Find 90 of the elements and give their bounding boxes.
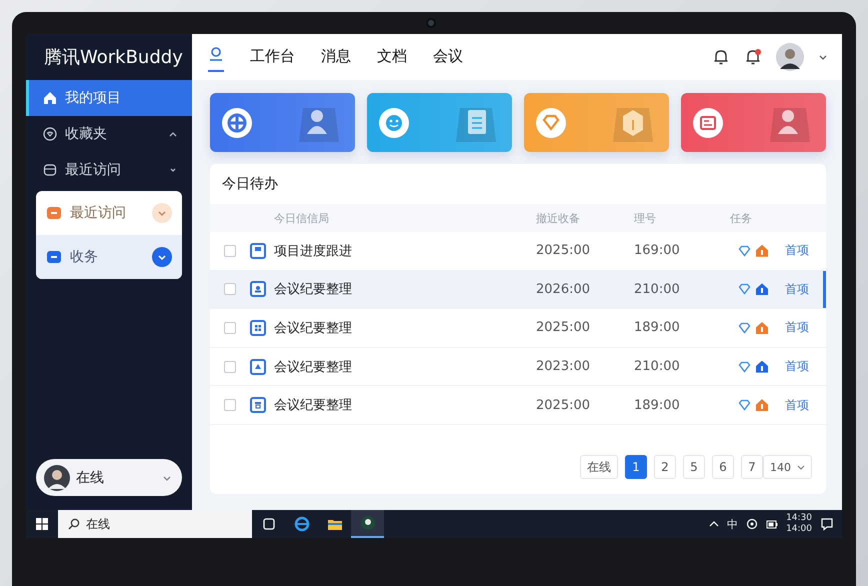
column-header: 任务: [730, 210, 752, 226]
shortcut-card[interactable]: [367, 93, 512, 152]
chevron-down-icon: [152, 203, 172, 223]
camera-icon: [426, 18, 436, 28]
table-row[interactable]: 会议纪要整理 2026:00 210:00 首项: [210, 270, 826, 310]
battery-icon[interactable]: [766, 518, 778, 530]
network-icon[interactable]: [746, 518, 758, 530]
nav-tab[interactable]: 会议: [433, 42, 463, 72]
clock-time: 14:00: [786, 524, 812, 535]
table-cell: 2025:00: [536, 243, 590, 258]
table-cell: 189:00: [634, 398, 680, 413]
app-icon[interactable]: [360, 515, 376, 531]
page-size-select[interactable]: 140: [763, 455, 812, 479]
action-link[interactable]: 首项: [785, 280, 809, 298]
action-link[interactable]: 首项: [785, 319, 809, 336]
gem-icon: [536, 108, 566, 138]
dropdown-item[interactable]: 最近访问: [36, 191, 182, 235]
taskbar-search[interactable]: 在线: [58, 510, 252, 538]
document-icon: [250, 242, 266, 259]
page-button[interactable]: 1: [625, 455, 647, 479]
document-icon: [250, 320, 266, 336]
page-button[interactable]: 6: [712, 455, 734, 479]
chevron-down-icon: [797, 463, 805, 471]
windows-icon[interactable]: [36, 518, 48, 530]
note-icon: [693, 108, 723, 138]
action-link[interactable]: 首项: [785, 396, 809, 414]
document-icon: [250, 281, 266, 298]
nav-tab[interactable]: 工作台: [250, 42, 295, 72]
table-cell: 2025:00: [536, 398, 590, 413]
home-icon: [43, 91, 57, 105]
checkbox[interactable]: [224, 322, 236, 334]
task-name: 会议纪要整理: [274, 397, 352, 414]
gem-icon: [738, 244, 751, 257]
table-cell: 2025:00: [536, 320, 590, 336]
browser-icon[interactable]: [294, 516, 310, 532]
task-name: 会议纪要整理: [274, 320, 352, 337]
input-method-indicator[interactable]: 中: [727, 516, 738, 532]
smiley-icon: [379, 108, 409, 138]
checkbox[interactable]: [224, 244, 236, 257]
table-cell: 189:00: [634, 320, 680, 336]
gem-icon: [738, 283, 751, 296]
bell-icon[interactable]: [712, 48, 730, 66]
gem-icon: [738, 322, 751, 334]
box-icon: [43, 163, 57, 177]
bell-icon[interactable]: [744, 48, 762, 66]
gem-icon: [738, 360, 751, 373]
task-view-icon[interactable]: [260, 516, 276, 532]
gem-icon: [738, 399, 751, 412]
document-icon: [250, 358, 266, 375]
task-name: 会议纪要整理: [274, 281, 352, 298]
person-icon: [208, 46, 224, 62]
status-selector[interactable]: 在线: [36, 459, 182, 496]
panel-title: 今日待办: [222, 175, 278, 193]
table-cell: 2023:00: [536, 359, 590, 374]
chevron-down-icon: [152, 247, 172, 267]
previous-button[interactable]: 在线: [580, 455, 618, 479]
avatar-icon[interactable]: [776, 43, 804, 71]
crosshair-icon: [222, 108, 252, 138]
search-icon: [68, 518, 80, 530]
page-button[interactable]: 2: [654, 455, 676, 479]
table-cell: 169:00: [634, 243, 680, 258]
dropdown-item[interactable]: 收务: [36, 235, 182, 279]
notification-icon[interactable]: [820, 517, 834, 531]
sidebar-item[interactable]: 最近访问: [26, 152, 192, 188]
shortcut-card[interactable]: [210, 93, 355, 152]
task-name: 项目进度跟进: [274, 242, 352, 260]
nav-tab[interactable]: 消息: [321, 42, 351, 72]
page-button[interactable]: 5: [683, 455, 705, 479]
app-title: 腾讯WorkBuddy: [44, 46, 183, 69]
sidebar-item[interactable]: 我的项目: [26, 80, 192, 116]
page-button[interactable]: 7: [741, 455, 763, 479]
table-cell: 210:00: [634, 282, 680, 297]
shortcut-card[interactable]: [681, 93, 826, 152]
sidebar-item[interactable]: 收藏夹: [26, 116, 192, 152]
table-cell: 2026:00: [536, 282, 590, 297]
clock-time: 14:30: [786, 513, 812, 524]
column-header: 撤近收备: [536, 210, 580, 226]
table-cell: 210:00: [634, 359, 680, 374]
checkbox[interactable]: [224, 283, 236, 296]
task-name: 会议纪要整理: [274, 358, 352, 376]
column-header: 理号: [634, 210, 656, 226]
action-link[interactable]: 首项: [785, 358, 809, 376]
avatar-icon: [44, 464, 70, 490]
column-header: 今日信信局: [274, 210, 329, 226]
checkbox[interactable]: [224, 360, 236, 373]
document-icon: [250, 397, 266, 414]
chevron-up-icon[interactable]: [709, 519, 720, 529]
checkbox[interactable]: [224, 399, 236, 412]
nav-tab[interactable]: 文档: [377, 42, 407, 72]
action-link[interactable]: 首项: [785, 242, 809, 260]
